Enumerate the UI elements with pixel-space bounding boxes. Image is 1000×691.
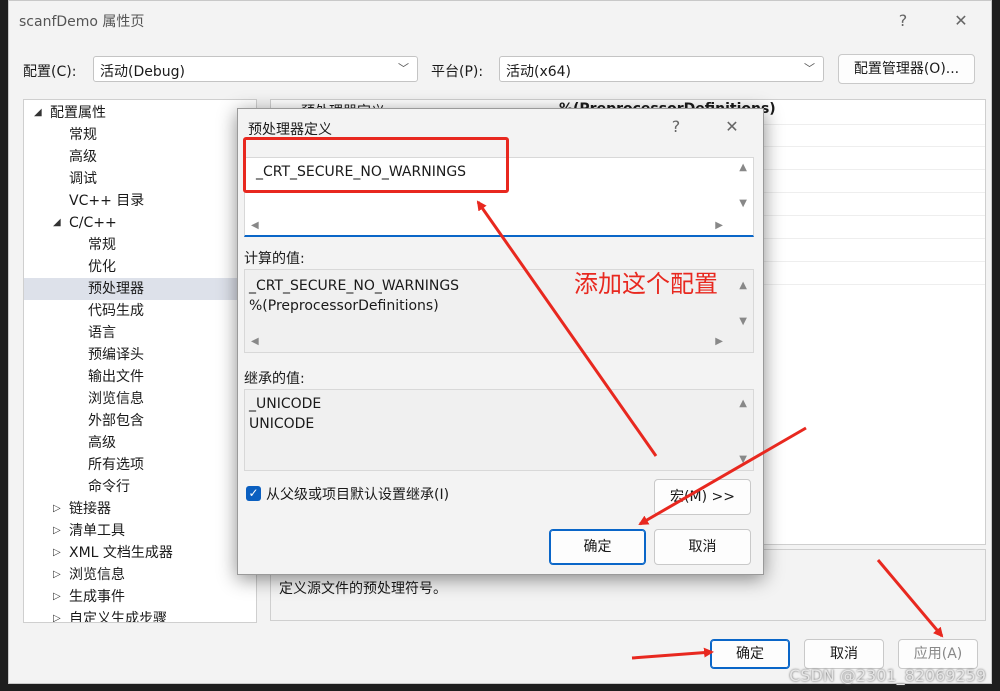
- watermark: CSDN @2301_82069259: [789, 666, 986, 685]
- arrow-to-input: [476, 200, 658, 457]
- arrow-to-apply: [876, 559, 944, 638]
- arrow-to-dialog-ok: [638, 426, 807, 526]
- arrow-to-ok: [631, 647, 714, 660]
- annotation-arrows: [476, 200, 944, 660]
